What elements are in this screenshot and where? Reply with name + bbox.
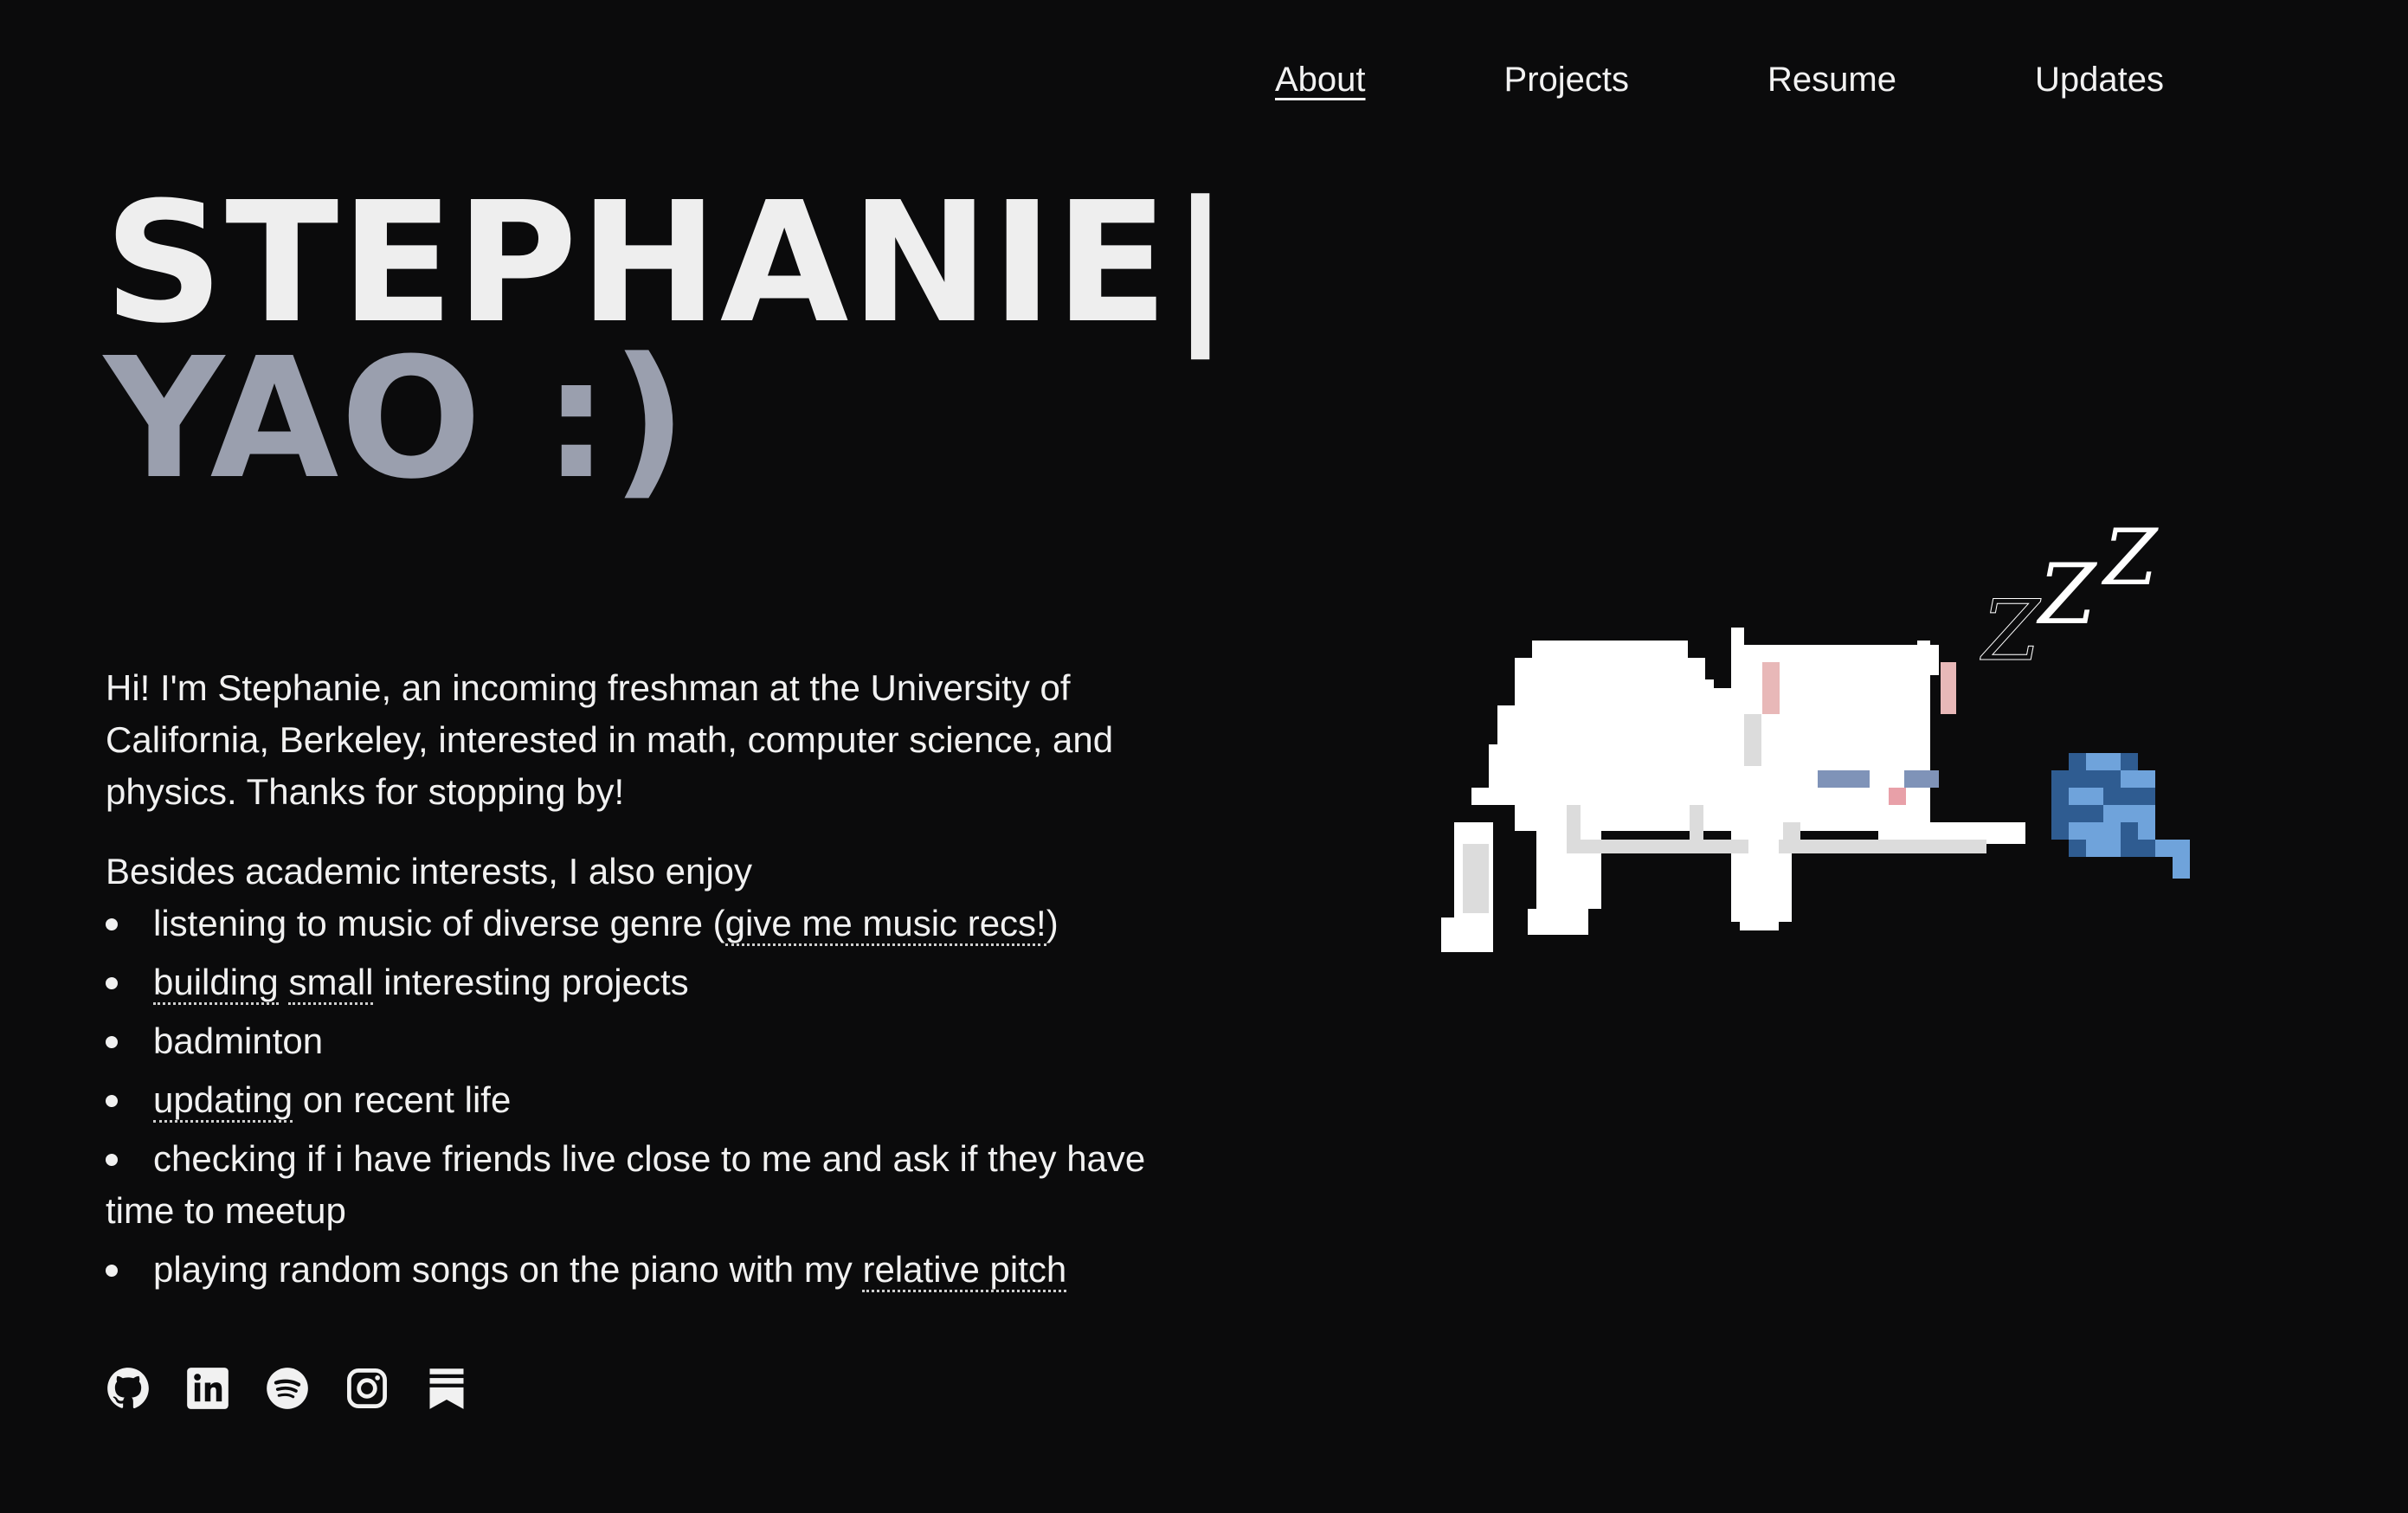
github-icon[interactable] [106,1366,151,1411]
list-item: updating on recent life [106,1074,1162,1126]
list-item: building small interesting projects [106,956,1162,1008]
svg-text:Z: Z [2101,512,2159,603]
intro-paragraph: Hi! I'm Stephanie, an incoming freshman … [106,667,1114,812]
title-first-name: STEPHANIE| [104,167,1233,360]
social-links [106,1366,469,1411]
instagram-icon[interactable] [344,1366,390,1411]
list-item: badminton [106,1015,1162,1067]
linkedin-icon[interactable] [185,1366,230,1411]
svg-text:Z: Z [2036,546,2098,643]
yarn-ball [2051,753,2190,879]
interest-text: interesting projects [373,962,689,1002]
cat-body [1441,628,2025,952]
interest-text: badminton [153,1020,324,1061]
page-title: STEPHANIE| YAO :) [104,167,1233,516]
nav-about[interactable]: About [1275,61,1366,100]
top-nav: About Projects Resume Updates [1275,61,2164,100]
list-item: playing random songs on the piano with m… [106,1244,1162,1296]
list-item: checking if i have friends live close to… [106,1133,1162,1237]
title-last-name: YAO :) [104,323,689,516]
interests-list: listening to music of diverse genre (giv… [106,898,1162,1296]
relative-pitch-link[interactable]: relative pitch [862,1249,1067,1292]
nav-updates[interactable]: Updates [2035,61,2164,100]
spotify-icon[interactable] [265,1366,310,1411]
interests-lead: Besides academic interests, I also enjoy [106,851,753,892]
nav-resume[interactable]: Resume [1767,61,1896,100]
about-section: Hi! I'm Stephanie, an incoming freshman … [106,662,1162,1303]
interest-text: ) [1046,903,1059,943]
sleep-zzz: Z Z Z [1980,512,2160,680]
small-link[interactable]: small [288,962,374,1005]
music-recs-link[interactable]: give me music recs! [724,903,1046,946]
interest-text: listening to music of diverse genre ( [153,903,725,943]
updating-link[interactable]: updating [153,1079,293,1123]
interest-text: playing random songs on the piano with m… [153,1249,863,1290]
cat-nose [1889,788,1906,805]
interest-text: checking if i have friends live close to… [106,1138,1146,1231]
substack-icon[interactable] [424,1366,469,1411]
building-link[interactable]: building [153,962,279,1005]
cat-svg: Z Z Z [1441,512,2190,952]
list-item: listening to music of diverse genre (giv… [106,898,1162,950]
nav-projects[interactable]: Projects [1504,61,1630,100]
svg-text:Z: Z [1980,583,2042,679]
sleeping-cat-illustration: Z Z Z [1359,502,2225,991]
interest-text: on recent life [293,1079,512,1120]
